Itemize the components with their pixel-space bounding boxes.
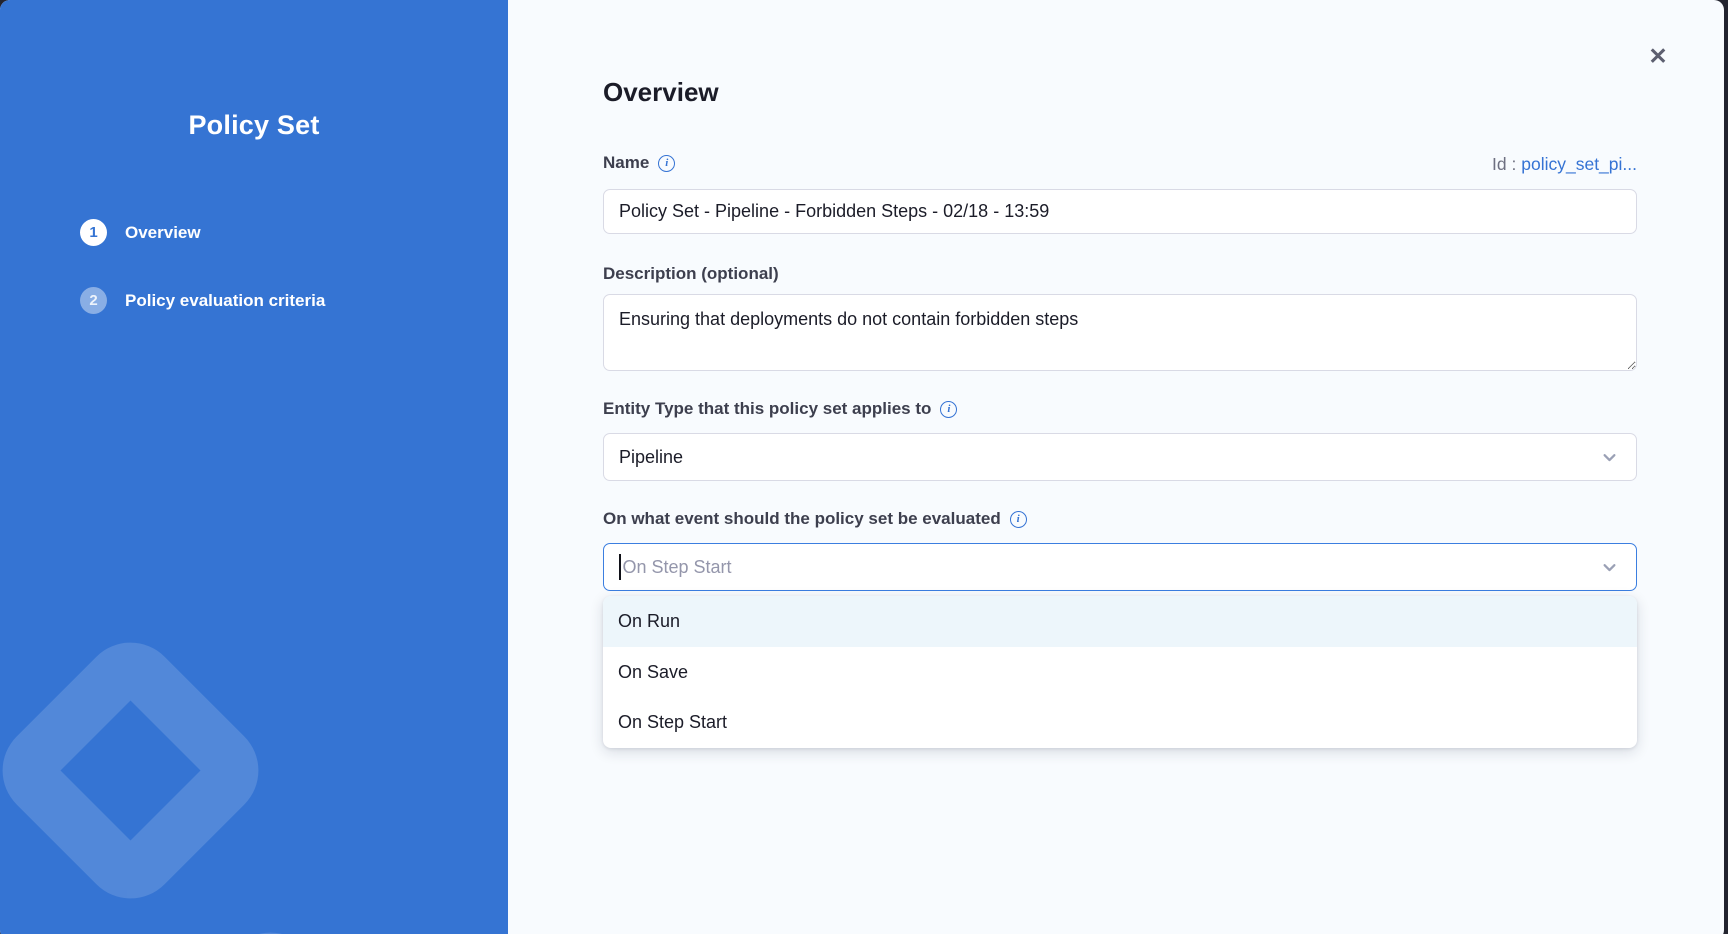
event-label: On what event should the policy set be e… — [603, 508, 1001, 530]
step-label-policy-evaluation-criteria: Policy evaluation criteria — [125, 291, 325, 311]
step-item-policy-evaluation-criteria[interactable]: 2 Policy evaluation criteria — [80, 287, 325, 314]
step-number-badge: 2 — [80, 287, 107, 314]
entity-type-select[interactable]: Pipeline — [603, 433, 1637, 481]
entity-type-label-row: Entity Type that this policy set applies… — [603, 398, 957, 420]
logo-knot-shape — [123, 913, 419, 934]
description-label: Description (optional) — [603, 263, 779, 285]
description-textarea[interactable]: Ensuring that deployments do not contain… — [603, 294, 1637, 371]
close-button[interactable]: ✕ — [1643, 41, 1673, 71]
policy-set-modal: Policy Set 1 Overview 2 Policy evaluatio… — [0, 0, 1724, 934]
logo-knot-shape — [0, 623, 278, 919]
step-number-badge: 1 — [80, 219, 107, 246]
option-on-run[interactable]: On Run — [603, 596, 1637, 647]
entity-type-label: Entity Type that this policy set applies… — [603, 398, 931, 420]
info-icon[interactable]: i — [1010, 511, 1027, 528]
option-on-save[interactable]: On Save — [603, 647, 1637, 698]
event-dropdown-menu: On Run On Save On Step Start — [603, 596, 1637, 748]
event-label-row: On what event should the policy set be e… — [603, 508, 1027, 530]
step-item-overview[interactable]: 1 Overview — [80, 219, 325, 246]
text-caret — [619, 554, 621, 580]
name-input[interactable] — [603, 189, 1637, 234]
event-select[interactable] — [603, 543, 1637, 591]
sidebar: Policy Set 1 Overview 2 Policy evaluatio… — [0, 0, 508, 934]
id-label: Id : — [1492, 154, 1521, 174]
wizard-steps: 1 Overview 2 Policy evaluation criteria — [80, 219, 325, 314]
name-label-row: Name i — [603, 152, 675, 174]
step-label-overview: Overview — [125, 223, 201, 243]
entity-type-value: Pipeline — [619, 447, 1601, 468]
entity-id: Id : policy_set_pi... — [1100, 153, 1637, 175]
info-icon[interactable]: i — [658, 155, 675, 172]
id-link[interactable]: policy_set_pi... — [1521, 154, 1637, 174]
modal-overlay: Policy Set 1 Overview 2 Policy evaluatio… — [0, 0, 1728, 934]
name-label: Name — [603, 152, 649, 174]
description-label-row: Description (optional) — [603, 263, 779, 285]
option-on-step-start[interactable]: On Step Start — [603, 697, 1637, 748]
info-icon[interactable]: i — [940, 401, 957, 418]
sidebar-title: Policy Set — [0, 110, 508, 141]
event-select-input[interactable] — [623, 544, 1602, 590]
close-icon: ✕ — [1648, 45, 1667, 68]
chevron-down-icon — [1601, 449, 1618, 466]
chevron-down-icon — [1601, 559, 1618, 576]
page-title: Overview — [603, 77, 719, 108]
